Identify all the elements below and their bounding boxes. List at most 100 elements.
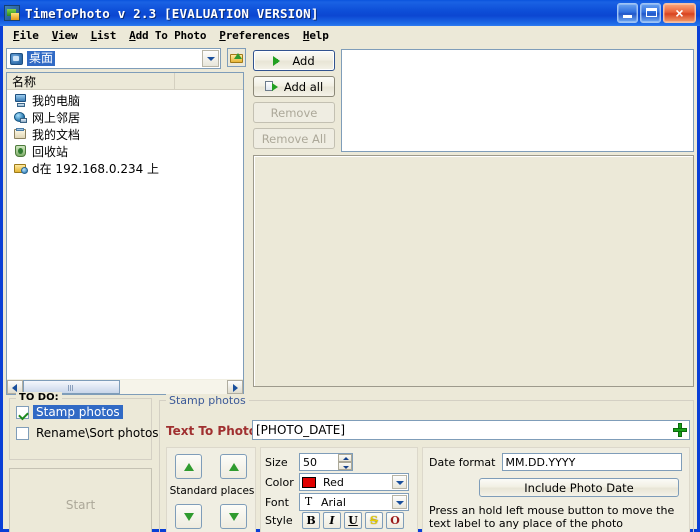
menu-add-to-photo[interactable]: Add To Photo: [123, 28, 213, 43]
tree-item-label: 回收站: [32, 145, 69, 159]
spinner-down-icon[interactable]: [338, 462, 352, 470]
place-bottom-left-button[interactable]: [175, 504, 202, 529]
underline-icon: U: [348, 514, 358, 527]
style-shadow-button[interactable]: S: [365, 512, 383, 529]
folder-up-icon: [229, 52, 244, 64]
network-drive-icon: [13, 161, 29, 176]
app-logo-icon: [4, 5, 20, 21]
chevron-down-icon[interactable]: [392, 475, 407, 489]
maximize-button[interactable]: [640, 3, 661, 23]
tree-item-label: 网上邻居: [32, 111, 81, 125]
font-combobox[interactable]: T Arial: [299, 493, 409, 511]
tree-item-label: 我的电脑: [32, 94, 81, 108]
standard-places-label: Standard places: [169, 485, 255, 497]
menu-file[interactable]: File: [7, 28, 46, 43]
column-header-extra[interactable]: [175, 73, 243, 89]
place-top-right-button[interactable]: [220, 454, 247, 479]
selected-files-list[interactable]: [341, 49, 694, 152]
remove-button: Remove: [253, 102, 335, 123]
size-row: Size 50: [265, 452, 353, 472]
close-button[interactable]: ×: [663, 3, 696, 23]
tree-item-label: d在 192.168.0.234 上: [32, 162, 160, 176]
menu-preferences[interactable]: Preferences: [213, 28, 297, 43]
todo-item-rename-sort-photos[interactable]: Rename\Sort photos: [16, 425, 159, 441]
up-directory-button[interactable]: [227, 48, 246, 67]
column-header-name[interactable]: 名称: [7, 73, 175, 89]
menu-list[interactable]: List: [84, 28, 123, 43]
size-spinner-buttons[interactable]: [338, 454, 352, 470]
menu-view[interactable]: View: [46, 28, 85, 43]
tree-item-recycle-bin[interactable]: 回收站: [7, 143, 243, 160]
tree-item-network-neighborhood[interactable]: 网上邻居: [7, 109, 243, 126]
tree-item-network-drive[interactable]: d在 192.168.0.234 上: [7, 160, 243, 177]
date-panel: Date format MM.DD.YYYY Include Photo Dat…: [422, 447, 690, 532]
color-row: Color Red: [265, 472, 409, 492]
font-value: Arial: [321, 495, 346, 509]
date-format-label: Date format: [429, 455, 496, 469]
font-label: Font: [265, 495, 289, 509]
photo-preview-pane[interactable]: [253, 155, 694, 387]
date-format-combobox[interactable]: MM.DD.YYYY: [501, 453, 682, 471]
triangle-down-icon: [229, 513, 239, 521]
start-button: Start: [9, 468, 152, 532]
checkbox-unchecked-icon[interactable]: [16, 426, 29, 440]
place-top-left-button[interactable]: [175, 454, 202, 479]
spinner-up-icon[interactable]: [338, 454, 352, 462]
tree-item-my-documents[interactable]: 我的文档: [7, 126, 243, 143]
tree-item-my-computer[interactable]: 我的电脑: [7, 92, 243, 109]
color-combobox[interactable]: Red: [299, 473, 409, 491]
folder-tree[interactable]: 名称 我的电脑 网上邻居 我的文档 回收站 d在 192.168.0.234 上: [6, 72, 244, 387]
place-bottom-right-button[interactable]: [220, 504, 247, 529]
add-button-label: Add: [292, 53, 315, 68]
todo-item-label: Rename\Sort photos: [36, 426, 159, 440]
text-to-photo-input[interactable]: [PHOTO_DATE]: [252, 420, 690, 440]
add-arrow-icon: [273, 54, 287, 67]
add-button[interactable]: Add: [253, 50, 335, 71]
window-title: TimeToPhoto v 2.3 [EVALUATION VERSION]: [25, 5, 319, 21]
chevron-down-icon[interactable]: [392, 495, 407, 509]
style-underline-button[interactable]: U: [344, 512, 362, 529]
menu-preferences-label: references: [225, 28, 290, 42]
remove-all-button: Remove All: [253, 128, 335, 149]
menu-bar: File View List Add To Photo Preferences …: [3, 26, 697, 44]
include-photo-date-label: Include Photo Date: [524, 480, 634, 495]
application-window: TimeToPhoto v 2.3 [EVALUATION VERSION] ×…: [0, 0, 700, 532]
tree-item-label: 我的文档: [32, 128, 81, 142]
folder-tree-header: 名称: [7, 73, 243, 90]
add-all-icon: [264, 80, 279, 93]
scroll-right-button[interactable]: [227, 379, 243, 394]
checkbox-checked-icon[interactable]: [16, 405, 29, 419]
style-bold-button[interactable]: B: [302, 512, 320, 529]
add-all-button[interactable]: Add all: [253, 76, 335, 97]
remove-button-label: Remove: [270, 105, 318, 120]
start-button-label: Start: [65, 498, 96, 512]
triangle-up-icon: [229, 463, 239, 471]
window-controls: ×: [617, 3, 698, 23]
stamp-photos-group-title: Stamp photos: [166, 394, 249, 407]
size-label: Size: [265, 455, 288, 469]
menu-help[interactable]: Help: [297, 28, 336, 43]
path-combobox[interactable]: 桌面: [6, 48, 221, 69]
text-to-photo-label: Text To Photo: [166, 424, 257, 438]
menu-file-label: ile: [19, 28, 39, 42]
style-italic-button[interactable]: I: [323, 512, 341, 529]
todo-item-stamp-photos[interactable]: Stamp photos: [16, 404, 151, 420]
recycle-bin-icon: [13, 144, 29, 159]
chevron-down-icon[interactable]: [202, 50, 219, 67]
color-swatch: [302, 476, 316, 488]
standard-places-panel: Standard places: [166, 447, 256, 532]
path-row: 桌面: [6, 48, 246, 69]
color-label: Color: [265, 475, 294, 489]
add-macro-plus-icon[interactable]: [673, 423, 687, 437]
menu-add-to-photo-label: dd To Photo: [135, 28, 207, 42]
menu-help-label: elp: [309, 28, 329, 42]
client-area: 桌面 名称 我的电脑 网上邻居 我的文档 回收站 d在 192.168.0.23…: [3, 44, 697, 532]
chevron-left-icon: [12, 383, 17, 392]
style-outline-button[interactable]: O: [386, 512, 404, 529]
include-photo-date-button[interactable]: Include Photo Date: [479, 478, 679, 497]
minimize-button[interactable]: [617, 3, 638, 23]
font-glyph-icon: T: [304, 495, 313, 508]
minimize-icon: [623, 15, 632, 18]
menu-list-label: ist: [96, 28, 117, 42]
size-stepper[interactable]: 50: [299, 453, 353, 471]
